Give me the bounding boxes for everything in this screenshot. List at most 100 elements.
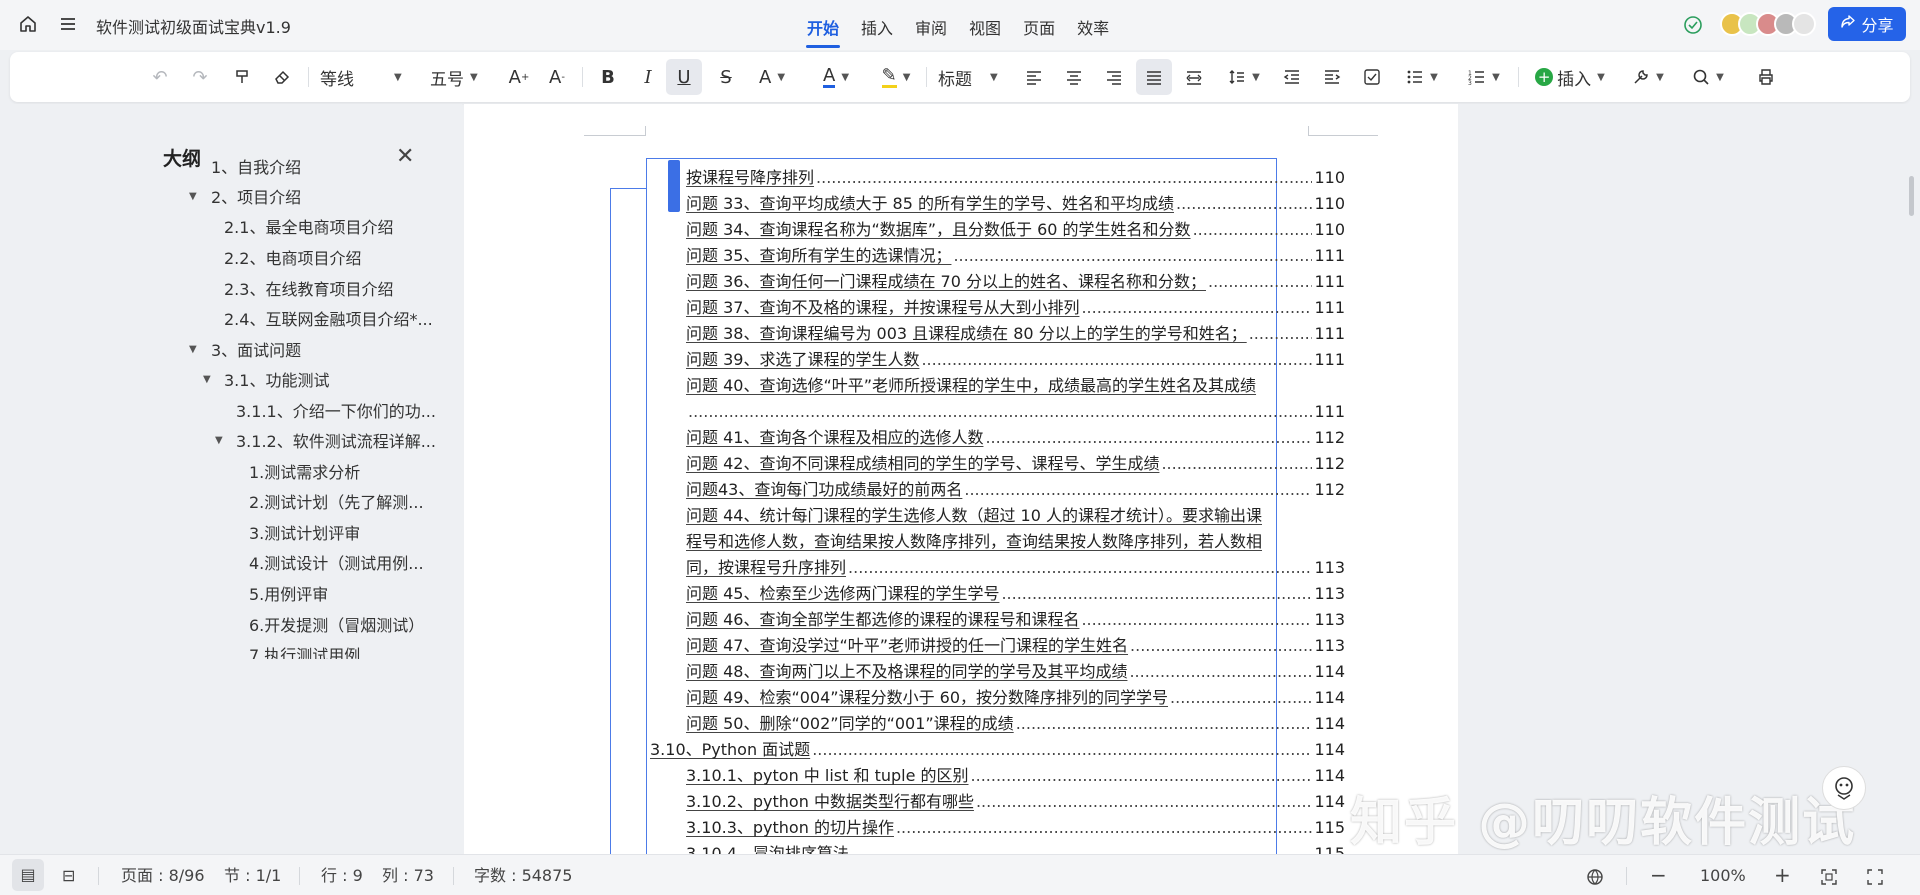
outline-item[interactable]: 4.测试设计（测试用例... (249, 549, 424, 579)
toc-entry[interactable]: 问题 39、求选了课程的学生人数 111 (686, 347, 1345, 373)
align-right-icon[interactable] (1100, 52, 1128, 102)
toc-entry[interactable]: 问题 50、删除“002”同学的“001”课程的成绩 114 (686, 711, 1345, 737)
menu-icon[interactable] (57, 13, 79, 35)
italic-icon[interactable]: I (634, 52, 662, 102)
toc-entry[interactable]: 问题 48、查询两门以上不及格课程的同学的学号及其平均成绩 114 (686, 659, 1345, 685)
document-page[interactable]: 按课程号降序排列110问题 33、查询平均成绩大于 85 的所有学生的学号、姓名… (464, 104, 1458, 854)
undo-icon[interactable]: ↶ (146, 52, 174, 102)
toc-entry[interactable]: 问题 42、查询不同课程成绩相同的学生的学号、课程号、学生成绩 112 (686, 451, 1345, 477)
decrease-font-icon[interactable]: A- (543, 52, 571, 102)
outline-item[interactable]: 5.用例评审 (249, 580, 328, 610)
fullscreen-icon[interactable] (1866, 855, 1884, 895)
insert-menu-button[interactable]: + 插入 ▼ (1530, 52, 1610, 102)
outline-item[interactable]: 3.1、功能测试 (224, 366, 329, 396)
increase-font-icon[interactable]: A + (505, 52, 533, 102)
outline-item[interactable]: 2.测试计划（先了解测... (249, 488, 424, 518)
drag-handle-icon[interactable] (668, 160, 680, 212)
outline-item[interactable]: 6.开发提测（冒烟测试） (249, 611, 424, 641)
search-icon[interactable]: ▼ (1686, 52, 1730, 102)
tools-icon[interactable]: ▼ (1626, 52, 1670, 102)
outline-item[interactable]: 1、自我介绍 (211, 153, 301, 183)
zoom-out-icon[interactable]: − (1650, 855, 1667, 895)
vertical-scrollbar[interactable] (1909, 176, 1914, 216)
tab-view[interactable]: 视图 (958, 10, 1012, 44)
outline-item[interactable]: 2、项目介绍 (211, 183, 301, 213)
document-title[interactable]: 软件测试初级面试宝典v1.9 (96, 14, 291, 38)
heading-style-select[interactable]: 标题 ▼ (938, 52, 1008, 102)
print-icon[interactable] (1752, 52, 1780, 102)
cloud-saved-icon[interactable] (1682, 14, 1704, 36)
web-view-icon[interactable]: ⊟ (62, 855, 75, 895)
toc-entry[interactable]: 问题 36、查询任何一门课程成绩在 70 分以上的姓名、课程名称和分数； 111 (686, 269, 1345, 295)
bold-icon[interactable]: B (594, 52, 622, 102)
toc-entry[interactable]: 3.10.3、python 的切片操作 115 (686, 815, 1345, 841)
share-button[interactable]: 分享 (1828, 7, 1906, 41)
outline-item[interactable]: 3、面试问题 (211, 336, 301, 366)
strikethrough-icon[interactable]: S (712, 52, 740, 102)
toc-entry[interactable]: 问题 44、统计每门课程的学生选修人数（超过 10 人的课程才统计）。要求输出课 (686, 503, 1345, 529)
highlight-color-icon[interactable]: ✎ ▼ (874, 52, 918, 102)
tab-review[interactable]: 审阅 (904, 10, 958, 44)
collapse-triangle-icon[interactable]: ▼ (215, 435, 223, 446)
collapse-triangle-icon[interactable]: ▼ (203, 374, 211, 385)
ai-assistant-icon[interactable] (1822, 766, 1866, 810)
toc-entry[interactable]: 问题 47、查询没学过“叶平”老师讲授的任一门课程的学生姓名 113 (686, 633, 1345, 659)
decrease-indent-icon[interactable] (1278, 52, 1306, 102)
tab-efficiency[interactable]: 效率 (1066, 10, 1120, 44)
format-painter-icon[interactable] (228, 52, 256, 102)
outline-item[interactable]: 1.测试需求分析 (249, 458, 360, 488)
outline-item[interactable]: 3.测试计划评审 (249, 519, 360, 549)
toc-entry[interactable]: 3.10.4、冒泡排序算法 115 (686, 841, 1345, 854)
outline-item[interactable]: 3.1.1、介绍一下你们的功... (236, 397, 436, 427)
underline-icon[interactable]: U (666, 59, 702, 95)
font-size-select[interactable]: 五号 ▼ (430, 52, 492, 102)
toc-entry[interactable]: 同，按课程号升序排列 113 (686, 555, 1345, 581)
bullet-list-icon[interactable]: ▼ (1400, 52, 1444, 102)
toc-entry[interactable]: 3.10.2、python 中数据类型行都有哪些 114 (686, 789, 1345, 815)
font-color-icon[interactable]: A ▼ (814, 52, 858, 102)
align-center-icon[interactable] (1060, 52, 1088, 102)
toc-entry[interactable]: 按课程号降序排列 110 (686, 165, 1345, 191)
toc-entry[interactable]: 问题 38、查询课程编号为 003 且课程成绩在 80 分以上的学生的学号和姓名… (686, 321, 1345, 347)
toc-entry[interactable]: 问题 45、检索至少选修两门课程的学生学号 113 (686, 581, 1345, 607)
numbered-list-icon[interactable]: 1 2 3 ▼ (1462, 52, 1506, 102)
tab-insert[interactable]: 插入 (850, 10, 904, 44)
clear-format-icon[interactable] (268, 52, 296, 102)
distribute-icon[interactable] (1180, 52, 1208, 102)
zoom-in-icon[interactable]: + (1774, 855, 1791, 895)
checklist-icon[interactable] (1358, 52, 1386, 102)
avatar[interactable] (1792, 12, 1816, 36)
globe-icon[interactable] (1586, 855, 1604, 895)
home-icon[interactable] (17, 13, 39, 35)
outline-item[interactable]: 2.3、在线教育项目介绍 (224, 275, 393, 305)
tab-page[interactable]: 页面 (1012, 10, 1066, 44)
collapse-triangle-icon[interactable]: ▼ (189, 344, 197, 355)
toc-entry[interactable]: 111 (686, 399, 1345, 425)
toc-entry[interactable]: 问题 41、查询各个课程及相应的选修人数 112 (686, 425, 1345, 451)
tab-start[interactable]: 开始 (796, 10, 850, 48)
outline-item[interactable]: 7.执行测试用例 (249, 641, 360, 659)
toc-entry[interactable]: 问题 37、查询不及格的课程，并按课程号从大到小排列 111 (686, 295, 1345, 321)
outline-item[interactable]: 2.2、电商项目介绍 (224, 244, 361, 274)
close-icon[interactable]: ✕ (396, 144, 414, 169)
fit-page-icon[interactable] (1820, 855, 1838, 895)
font-family-select[interactable]: 等线 ▼ (320, 52, 420, 102)
collapse-triangle-icon[interactable]: ▼ (189, 191, 197, 202)
toc-entry[interactable]: 问题43、查询每门功成绩最好的前两名 112 (686, 477, 1345, 503)
toc-entry[interactable]: 问题 46、查询全部学生都选修的课程的课程号和课程名 113 (686, 607, 1345, 633)
toc-entry[interactable]: 问题 34、查询课程名称为“数据库”，且分数低于 60 的学生姓名和分数 110 (686, 217, 1345, 243)
collaborator-avatars[interactable] (1720, 12, 1816, 36)
toc-entry[interactable]: 3.10、Python 面试题 114 (650, 737, 1345, 763)
outline-item[interactable]: 3.1.2、软件测试流程详解... (236, 427, 436, 457)
word-count[interactable]: 字数 : 54875 (474, 855, 572, 895)
toc-entry[interactable]: 问题 49、检索“004”课程分数小于 60，按分数降序排列的同学学号 114 (686, 685, 1345, 711)
outline-item[interactable]: 2.4、互联网金融项目介绍*... (224, 305, 433, 335)
align-left-icon[interactable] (1020, 52, 1048, 102)
zoom-level[interactable]: 100% (1700, 855, 1746, 895)
justify-icon[interactable] (1136, 59, 1172, 95)
toc-entry[interactable]: 问题 33、查询平均成绩大于 85 的所有学生的学号、姓名和平均成绩 110 (686, 191, 1345, 217)
increase-indent-icon[interactable] (1318, 52, 1346, 102)
redo-icon[interactable]: ↷ (186, 52, 214, 102)
page-view-icon[interactable]: ▤ (12, 859, 44, 891)
page-indicator[interactable]: 页面 : 8/96 (121, 855, 205, 895)
